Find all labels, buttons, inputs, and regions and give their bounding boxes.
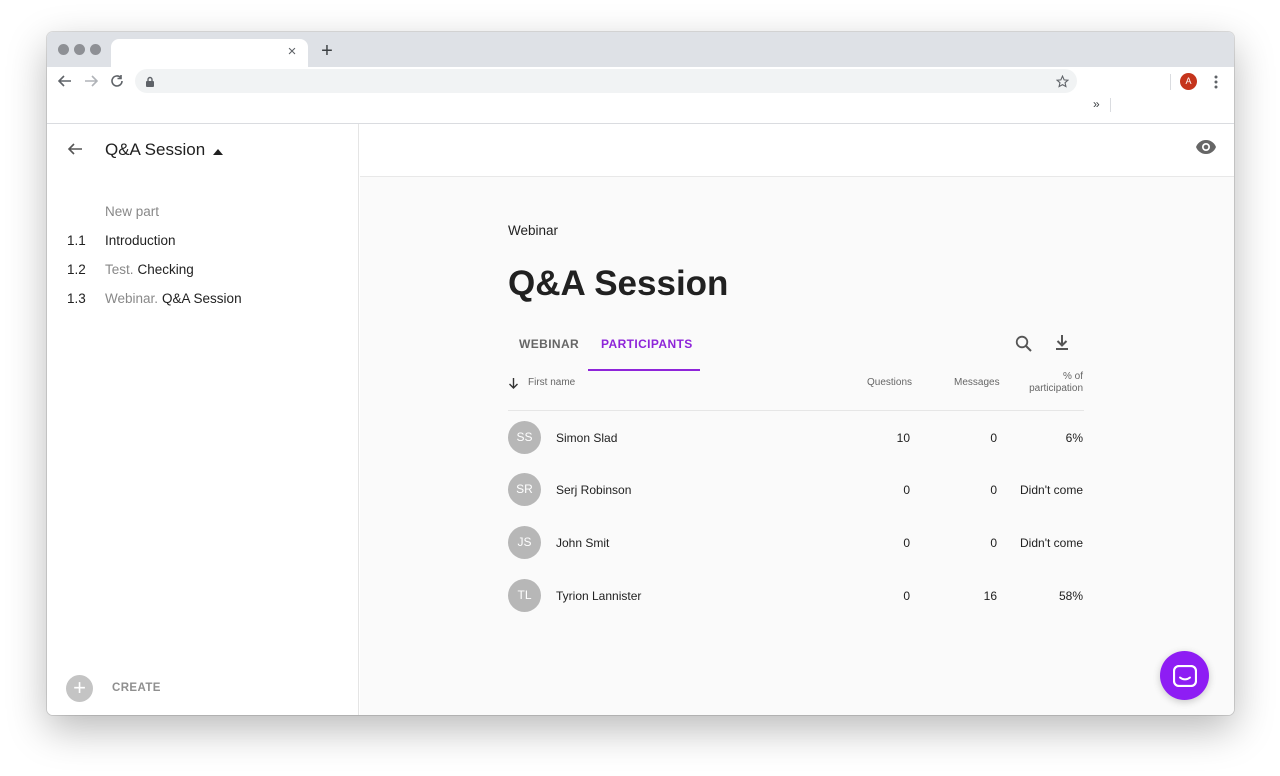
window-minimize-dot[interactable] bbox=[74, 44, 85, 55]
table-row[interactable]: SR Serj Robinson 0 0 Didn't come bbox=[508, 473, 1084, 507]
window-zoom-dot[interactable] bbox=[90, 44, 101, 55]
participant-questions: 10 bbox=[896, 431, 910, 445]
download-icon[interactable] bbox=[1055, 334, 1073, 352]
page-title: Q&A Session bbox=[508, 264, 729, 303]
course-title[interactable]: Q&A Session bbox=[105, 140, 205, 160]
participant-messages: 0 bbox=[990, 431, 997, 445]
browser-reload-icon[interactable] bbox=[108, 72, 126, 90]
participant-name: John Smit bbox=[556, 536, 610, 550]
tab-participants[interactable]: PARTICIPANTS bbox=[601, 337, 693, 351]
sidebar: Q&A Session New part 1.1 Introduction 1.… bbox=[47, 124, 359, 715]
profile-avatar[interactable]: A bbox=[1180, 73, 1197, 90]
column-header-participation[interactable]: % of participation bbox=[1016, 371, 1083, 395]
create-button[interactable]: CREATE bbox=[112, 682, 161, 694]
browser-menu-icon[interactable] bbox=[1207, 73, 1225, 91]
avatar: TL bbox=[508, 579, 541, 612]
participant-participation: 6% bbox=[1065, 431, 1083, 445]
browser-tab[interactable]: × bbox=[111, 39, 308, 67]
browser-forward-icon[interactable] bbox=[82, 72, 100, 90]
main-content: Webinar Q&A Session WEBINAR PARTICIPANTS… bbox=[360, 124, 1234, 715]
address-bar[interactable] bbox=[135, 69, 1077, 93]
participant-participation: Didn't come bbox=[1020, 536, 1083, 550]
avatar: SR bbox=[508, 473, 541, 506]
sidebar-item-label: Q&A Session bbox=[162, 291, 242, 306]
new-tab-button[interactable]: + bbox=[317, 41, 337, 61]
sidebar-item-label: Introduction bbox=[105, 233, 176, 248]
column-header-messages[interactable]: Messages bbox=[954, 377, 1000, 388]
participant-name: Simon Slad bbox=[556, 431, 618, 445]
participant-participation: Didn't come bbox=[1020, 483, 1083, 497]
sidebar-item-prefix: Webinar. bbox=[105, 291, 159, 306]
tab-close-icon[interactable]: × bbox=[284, 44, 300, 60]
sidebar-item-number: 1.3 bbox=[67, 291, 86, 306]
participant-questions: 0 bbox=[903, 589, 910, 603]
participant-messages: 16 bbox=[983, 589, 997, 603]
participant-participation: 58% bbox=[1058, 589, 1083, 603]
arrow-left-icon[interactable] bbox=[67, 141, 85, 159]
browser-toolbar: A » bbox=[47, 67, 1234, 124]
browser-back-icon[interactable] bbox=[56, 72, 74, 90]
participant-messages: 0 bbox=[990, 483, 997, 497]
bookmark-star-icon[interactable] bbox=[1053, 72, 1071, 90]
new-part-link[interactable]: New part bbox=[105, 204, 159, 219]
participant-questions: 0 bbox=[903, 536, 910, 550]
table-header-divider bbox=[508, 410, 1084, 411]
create-plus-icon[interactable]: + bbox=[66, 675, 93, 702]
main-header bbox=[360, 124, 1234, 177]
browser-window: × + A » Q&A Session New part 1.1 Introdu… bbox=[47, 32, 1234, 715]
sidebar-item-prefix: Test. bbox=[105, 262, 134, 277]
participant-name: Serj Robinson bbox=[556, 483, 632, 497]
sidebar-item-number: 1.2 bbox=[67, 262, 86, 277]
avatar: JS bbox=[508, 526, 541, 559]
chat-icon[interactable] bbox=[1160, 651, 1209, 700]
app-area: Q&A Session New part 1.1 Introduction 1.… bbox=[47, 124, 1234, 715]
page-kicker: Webinar bbox=[508, 223, 559, 238]
avatar: SS bbox=[508, 421, 541, 454]
column-header-first-name[interactable]: First name bbox=[528, 377, 575, 388]
table-row[interactable]: JS John Smit 0 0 Didn't come bbox=[508, 526, 1084, 560]
table-row[interactable]: SS Simon Slad 10 0 6% bbox=[508, 421, 1084, 455]
caret-up-icon[interactable] bbox=[213, 149, 223, 155]
sidebar-item-number: 1.1 bbox=[67, 233, 86, 248]
column-header-questions[interactable]: Questions bbox=[867, 377, 912, 388]
tab-strip: × + bbox=[47, 32, 1234, 67]
sidebar-item-checking[interactable]: 1.2 Test. Checking bbox=[67, 262, 194, 282]
participant-messages: 0 bbox=[990, 536, 997, 550]
column-header-participation-line1: % of bbox=[1062, 371, 1083, 382]
tab-webinar[interactable]: WEBINAR bbox=[519, 337, 579, 351]
sidebar-item-introduction[interactable]: 1.1 Introduction bbox=[67, 233, 176, 253]
active-tab-indicator bbox=[588, 369, 700, 371]
sidebar-item-label: Checking bbox=[137, 262, 194, 277]
table-row[interactable]: TL Tyrion Lannister 0 16 58% bbox=[508, 579, 1084, 613]
participant-name: Tyrion Lannister bbox=[556, 589, 642, 603]
sidebar-item-qa-session[interactable]: 1.3 Webinar. Q&A Session bbox=[67, 291, 242, 311]
column-header-participation-line2: participation bbox=[1029, 383, 1083, 394]
search-icon[interactable] bbox=[1015, 335, 1033, 353]
bookmarks-divider bbox=[1110, 98, 1111, 112]
bookmarks-overflow-button[interactable]: » bbox=[1093, 97, 1100, 111]
eye-icon[interactable] bbox=[1196, 140, 1216, 154]
arrow-down-icon[interactable] bbox=[508, 377, 520, 389]
participant-questions: 0 bbox=[903, 483, 910, 497]
lock-icon bbox=[141, 72, 159, 90]
window-close-dot[interactable] bbox=[58, 44, 69, 55]
toolbar-divider bbox=[1170, 74, 1171, 90]
